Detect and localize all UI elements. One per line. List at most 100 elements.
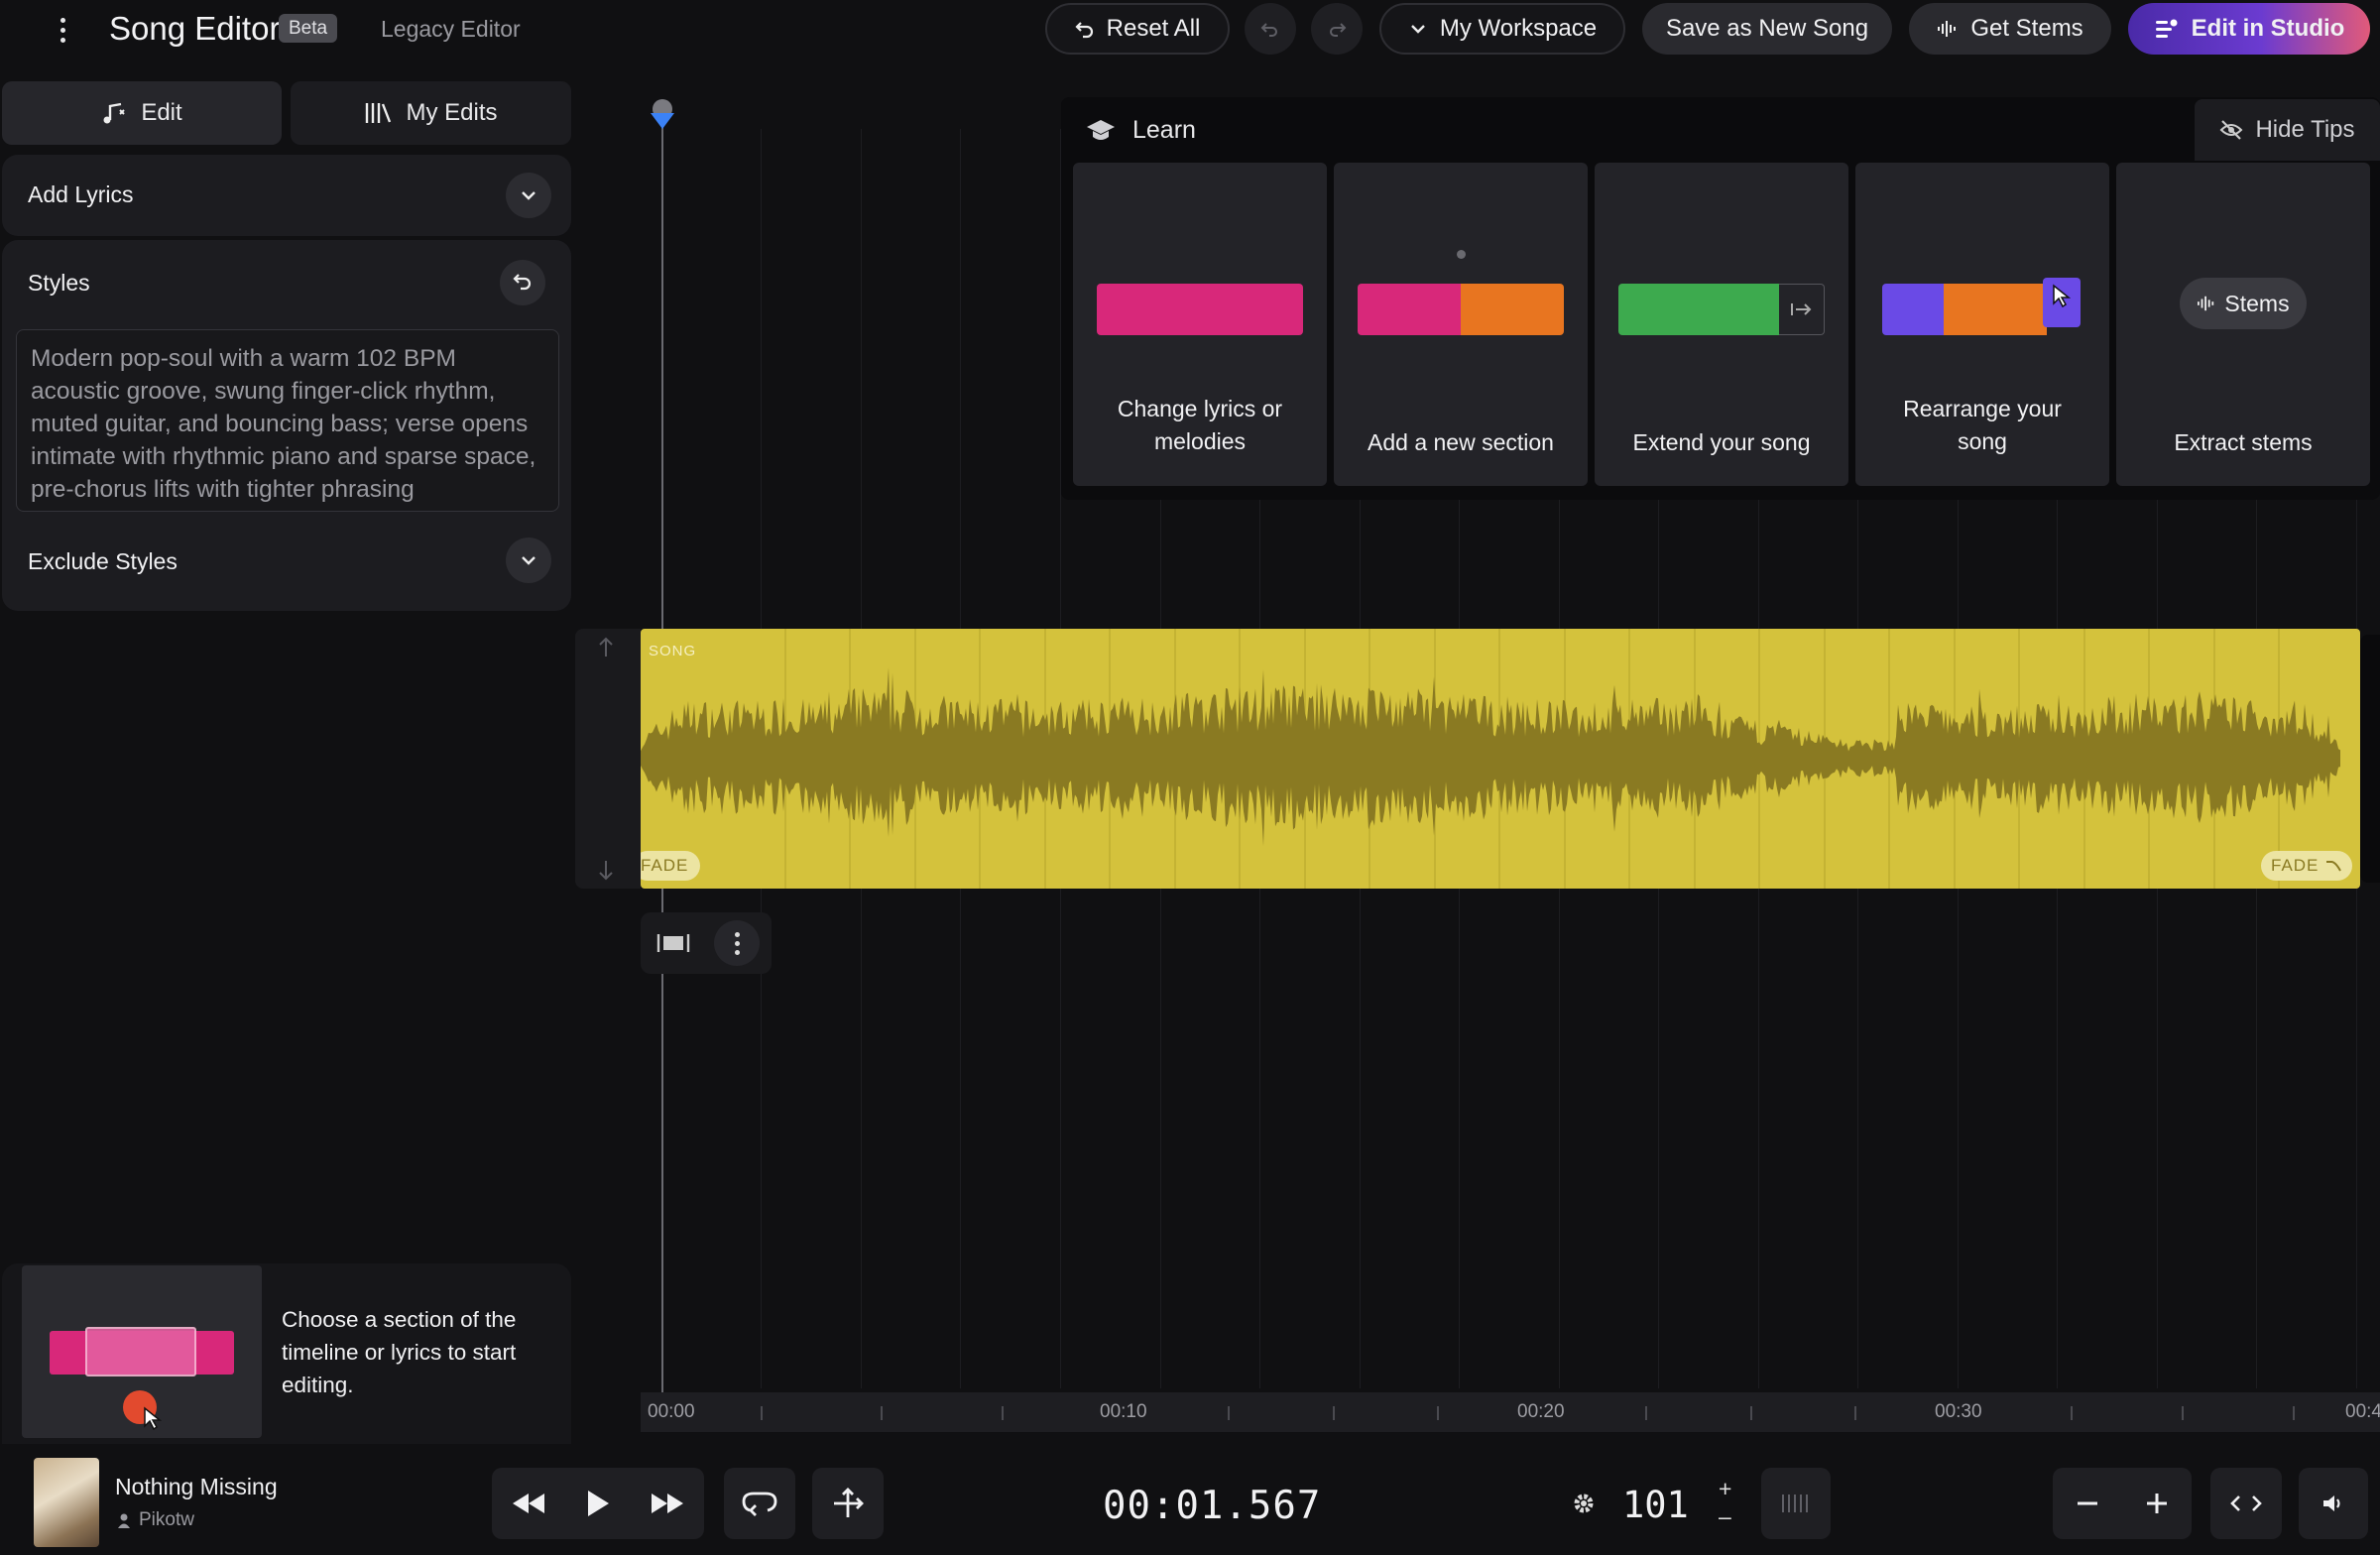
tip-illustration xyxy=(1097,284,1303,335)
bpm-decrease-button[interactable]: – xyxy=(1719,1503,1731,1530)
dot xyxy=(734,940,740,946)
zoom-in-button[interactable] xyxy=(2122,1468,2192,1539)
bpm-value[interactable]: 101 xyxy=(1622,1484,1689,1526)
tip-rearrange-song[interactable]: Rearrange your song xyxy=(1855,163,2109,486)
hint-text: Choose a section of the timeline or lyri… xyxy=(282,1307,517,1397)
album-art[interactable] xyxy=(34,1458,99,1547)
ruler-tick xyxy=(1002,1406,1004,1420)
sidebar: Edit My Edits Add Lyrics Styles Modern p… xyxy=(0,79,575,1511)
exclude-styles-label: Exclude Styles xyxy=(28,548,178,574)
time-display: 00:01.567 xyxy=(1103,1484,1322,1528)
fast-forward-button[interactable] xyxy=(633,1468,702,1539)
library-icon xyxy=(366,103,392,123)
clip-toolbar xyxy=(641,912,772,974)
tip-illustration-orange xyxy=(1944,284,2047,335)
zoom-out-button[interactable] xyxy=(2053,1468,2122,1539)
save-as-new-song-button[interactable]: Save as New Song xyxy=(1642,3,1892,55)
play-button[interactable] xyxy=(563,1468,633,1539)
chevron-down-icon xyxy=(522,191,536,200)
fit-width-icon xyxy=(656,934,690,952)
fade-in-handle[interactable]: FADE xyxy=(641,851,701,881)
workspace-label: My Workspace xyxy=(1439,15,1598,42)
cursor-icon xyxy=(144,1406,163,1430)
tip-add-section[interactable]: Add a new section xyxy=(1334,163,1588,486)
ruler-tick xyxy=(2293,1406,2295,1420)
waveform xyxy=(641,629,2340,889)
tip-illustration xyxy=(1358,284,1461,335)
redo-icon xyxy=(1330,23,1347,37)
ruler-tick xyxy=(1437,1406,1439,1420)
add-lyrics-section[interactable]: Add Lyrics xyxy=(2,155,571,236)
studio-sliders-icon xyxy=(2155,19,2178,38)
editing-hint: Choose a section of the timeline or lyri… xyxy=(22,1265,573,1438)
track-end-edge xyxy=(2360,635,2380,883)
time-ruler[interactable] xyxy=(641,1392,2380,1432)
stems-wave-icon xyxy=(2198,296,2214,311)
tip-extract-stems[interactable]: Stems Extract stems xyxy=(2116,163,2370,486)
plus-icon xyxy=(2147,1494,2167,1513)
tip-label: Rearrange your song xyxy=(1903,396,2062,454)
artist-row[interactable]: Pikotw xyxy=(117,1509,194,1531)
legacy-editor-link[interactable]: Legacy Editor xyxy=(381,16,521,43)
reset-all-button[interactable]: Reset All xyxy=(1045,3,1230,55)
track-lane-handle[interactable] xyxy=(575,629,641,889)
loop-button[interactable] xyxy=(724,1468,795,1539)
zoom-controls xyxy=(2053,1468,2192,1539)
chevron-down-icon xyxy=(1411,25,1425,34)
undo-arrow-icon xyxy=(1075,22,1093,39)
hide-tips-button[interactable]: Hide Tips xyxy=(2195,99,2380,161)
fast-forward-icon xyxy=(652,1494,683,1513)
page-title: Song Editor xyxy=(109,10,281,47)
tip-change-lyrics[interactable]: Change lyrics or melodies xyxy=(1073,163,1327,486)
ruler-label: 00:10 xyxy=(1100,1401,1147,1422)
playhead-marker-icon[interactable] xyxy=(649,109,676,131)
gear-icon[interactable] xyxy=(1572,1492,1596,1515)
transport-controls xyxy=(492,1468,704,1539)
undo-icon xyxy=(1260,23,1277,37)
tab-edit-label: Edit xyxy=(141,99,182,126)
fade-out-handle[interactable]: FADE xyxy=(2261,851,2353,881)
tip-dot xyxy=(1457,250,1466,259)
ruler-label: 00:30 xyxy=(1935,1401,1982,1422)
volume-button[interactable] xyxy=(2299,1468,2368,1539)
dot xyxy=(734,949,740,955)
top-bar: Song Editor Beta Legacy Editor Reset All… xyxy=(0,0,2380,60)
extend-arrow-icon xyxy=(1779,284,1825,335)
more-menu-icon[interactable] xyxy=(50,12,75,48)
tab-edit[interactable]: Edit xyxy=(2,81,282,145)
fit-timeline-button[interactable] xyxy=(2210,1468,2282,1539)
edit-in-studio-button[interactable]: Edit in Studio xyxy=(2128,3,2370,55)
styles-label: Styles xyxy=(28,270,90,296)
add-lyrics-label: Add Lyrics xyxy=(28,181,134,207)
graduation-cap-icon xyxy=(1087,120,1115,140)
rewind-button[interactable] xyxy=(494,1468,563,1539)
redo-button[interactable] xyxy=(1311,3,1363,55)
learn-title: Learn xyxy=(1132,116,1196,144)
tip-label: Extract stems xyxy=(2174,429,2313,455)
workspace-dropdown[interactable]: My Workspace xyxy=(1379,3,1625,55)
get-stems-button[interactable]: Get Stems xyxy=(1909,3,2111,55)
ruler-tick xyxy=(1333,1406,1335,1420)
ruler-tick xyxy=(761,1406,763,1420)
tab-my-edits[interactable]: My Edits xyxy=(291,81,571,145)
snap-button[interactable] xyxy=(812,1468,884,1539)
styles-textarea[interactable]: Modern pop-soul with a warm 102 BPM acou… xyxy=(16,329,559,512)
loop-icon xyxy=(742,1492,777,1516)
bpm-increase-button[interactable]: + xyxy=(1719,1476,1731,1502)
music-note-icon xyxy=(103,102,126,124)
fit-clip-button[interactable] xyxy=(651,920,696,966)
chevrons-horizontal-icon xyxy=(2230,1495,2262,1511)
user-icon xyxy=(118,1513,130,1528)
exclude-styles-expand-button[interactable] xyxy=(506,538,551,583)
tip-extend-song[interactable]: Extend your song xyxy=(1595,163,1848,486)
add-lyrics-expand-button[interactable] xyxy=(506,173,551,218)
styles-reset-button[interactable] xyxy=(500,260,545,305)
stems-chip-label: Stems xyxy=(2224,290,2290,316)
play-icon xyxy=(588,1491,609,1516)
song-track-clip[interactable]: SONG FADE FADE xyxy=(641,629,2360,889)
song-title[interactable]: Nothing Missing xyxy=(115,1474,278,1500)
undo-button[interactable] xyxy=(1245,3,1296,55)
metronome-button[interactable] xyxy=(1761,1468,1831,1539)
clip-more-button[interactable] xyxy=(714,920,760,966)
speaker-icon xyxy=(2323,1495,2340,1511)
